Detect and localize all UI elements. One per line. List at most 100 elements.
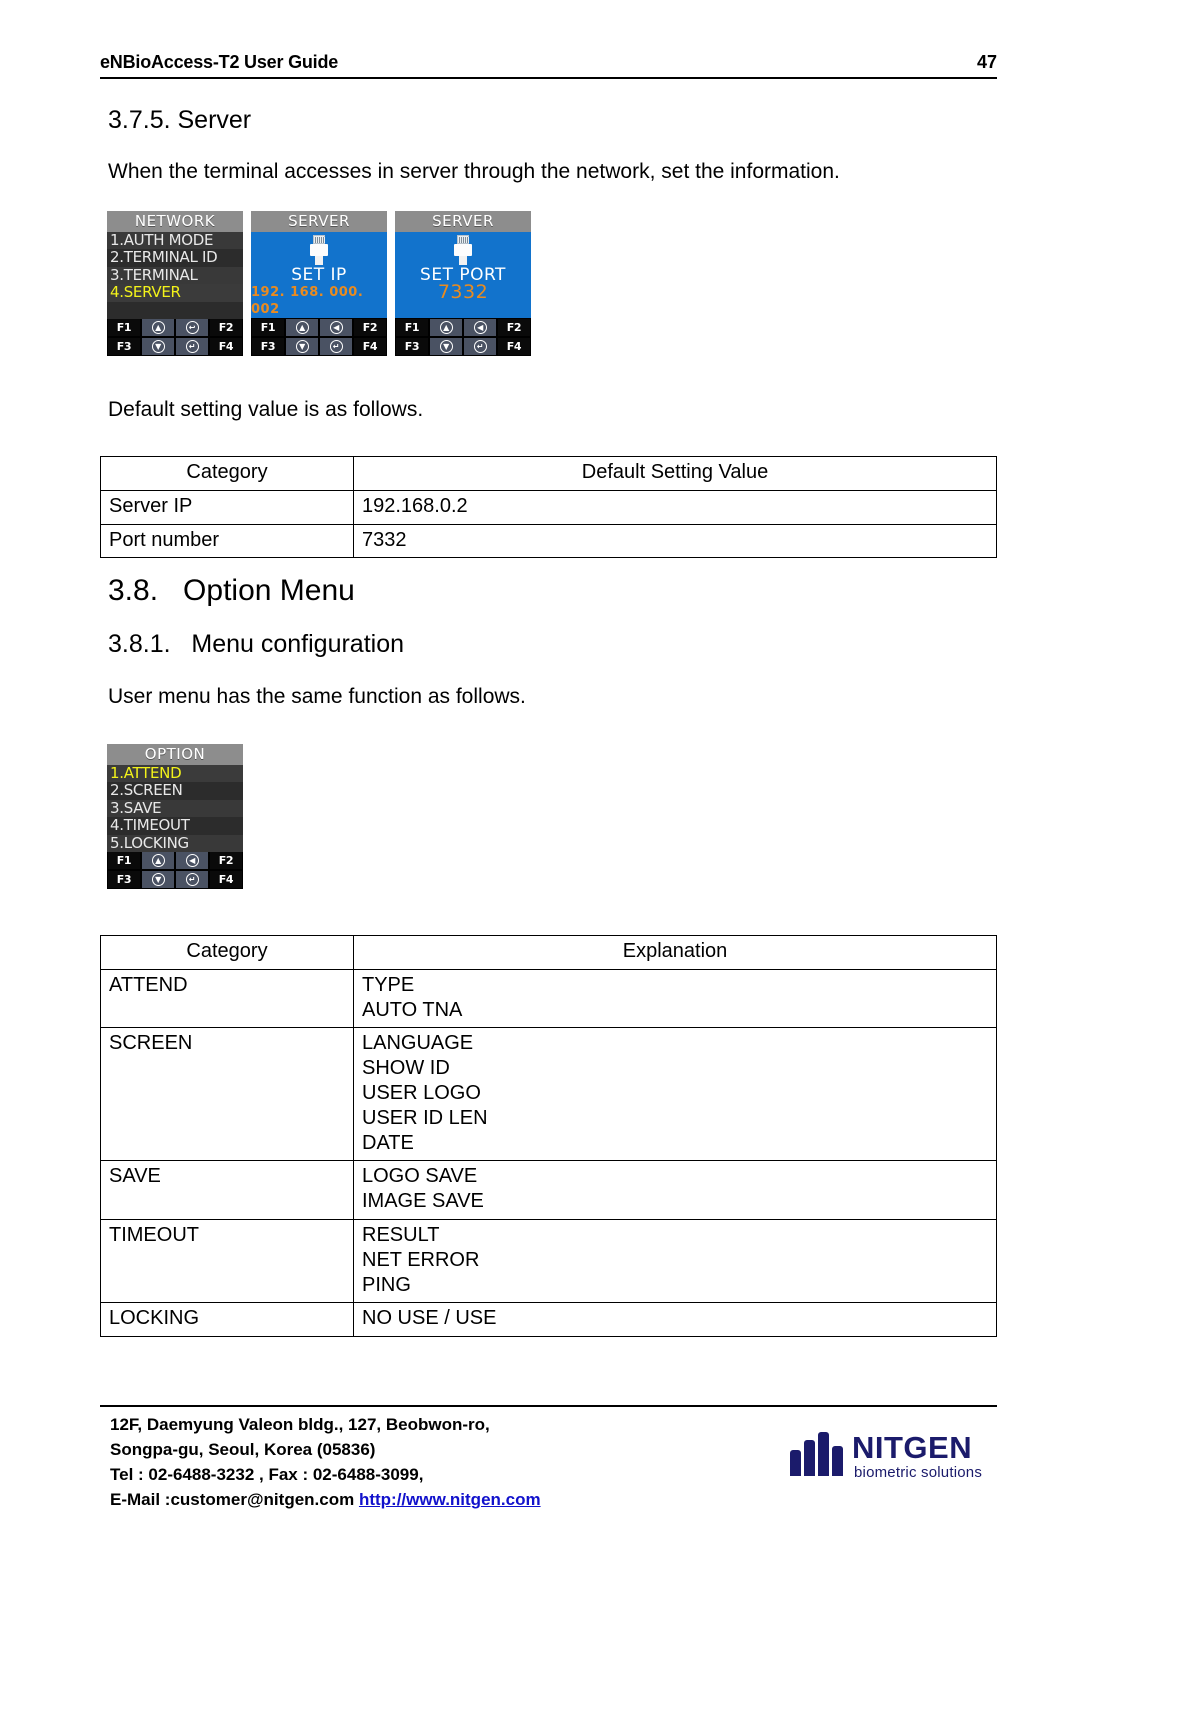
heading-3-7-5: 3.7.5. Server	[108, 106, 252, 134]
key-f4[interactable]: F4	[209, 337, 243, 356]
device-title: OPTION	[107, 744, 243, 765]
enter-arrow-icon[interactable]: ↵	[463, 337, 497, 356]
up-arrow-icon[interactable]: ▲	[141, 851, 175, 870]
rj45-plug-icon	[309, 235, 329, 265]
table-header-row: Category Explanation	[100, 935, 997, 970]
explanation-line: RESULT	[362, 1223, 440, 1246]
device-screen-network: NETWORK 1.AUTH MODE 2.TERMINAL ID 3.TERM…	[107, 211, 243, 356]
column-header-category: Category	[100, 935, 354, 970]
footer-address-line-1: 12F, Daemyung Valeon bldg., 127, Beobwon…	[110, 1415, 490, 1434]
device-screenshot-row: NETWORK 1.AUTH MODE 2.TERMINAL ID 3.TERM…	[107, 211, 531, 356]
table-header-row: Category Default Setting Value	[100, 456, 997, 491]
key-f3[interactable]: F3	[107, 870, 141, 889]
menu-item[interactable]: 2.SCREEN	[107, 782, 243, 800]
device-menu-list: 1.AUTH MODE 2.TERMINAL ID 3.TERMINAL 4.S…	[107, 232, 243, 319]
enter-arrow-icon[interactable]: ↵	[319, 337, 353, 356]
header-page-number: 47	[976, 52, 997, 72]
down-arrow-icon[interactable]: ▼	[429, 337, 463, 356]
explanation-line: USER ID LEN	[362, 1106, 488, 1129]
up-arrow-icon[interactable]: ▲	[141, 318, 175, 337]
key-f1[interactable]: F1	[251, 318, 285, 337]
cell-category: ATTEND	[100, 968, 354, 1029]
cell-explanation: LANGUAGE SHOW ID USER LOGO USER ID LEN D…	[353, 1027, 997, 1162]
menu-item[interactable]: 2.TERMINAL ID	[107, 249, 243, 267]
left-arrow-icon[interactable]: ◀	[463, 318, 497, 337]
up-arrow-icon[interactable]: ▲	[285, 318, 319, 337]
key-f1[interactable]: F1	[395, 318, 429, 337]
key-f3[interactable]: F3	[395, 337, 429, 356]
menu-item-selected[interactable]: 1.ATTEND	[107, 765, 243, 783]
cell-explanation: TYPE AUTO TNA	[353, 968, 997, 1029]
device-screenshot-option: OPTION 1.ATTEND 2.SCREEN 3.SAVE 4.TIMEOU…	[107, 744, 243, 889]
device-screen-option: OPTION 1.ATTEND 2.SCREEN 3.SAVE 4.TIMEOU…	[107, 744, 243, 889]
page-header: eNBioAccess-T2 User Guide 47	[100, 52, 997, 79]
down-arrow-icon[interactable]: ▼	[141, 870, 175, 889]
device-value-ip[interactable]: 192. 168. 000. 002	[251, 284, 387, 318]
cell-category: TIMEOUT	[100, 1218, 354, 1304]
key-f2[interactable]: F2	[353, 318, 387, 337]
explanation-line: DATE	[362, 1131, 414, 1154]
menu-item[interactable]: 1.AUTH MODE	[107, 232, 243, 250]
menu-item-selected[interactable]: 4.SERVER	[107, 284, 243, 302]
menu-item[interactable]: 3.SAVE	[107, 799, 243, 818]
device-keyrow-bottom: F3 ▼ ↵ F4	[395, 337, 531, 356]
back-arrow-icon[interactable]: ↩	[175, 318, 209, 337]
nitgen-logo-mark-icon	[790, 1430, 844, 1476]
footer-email-line: E-Mail :customer@nitgen.com http://www.n…	[110, 1487, 541, 1512]
key-f1[interactable]: F1	[107, 318, 141, 337]
footer-divider	[100, 1405, 997, 1407]
footer-website-link[interactable]: http://www.nitgen.com	[359, 1490, 541, 1509]
explanation-line: SHOW ID	[362, 1057, 450, 1080]
header-divider	[100, 77, 997, 79]
paragraph-default-intro: Default setting value is as follows.	[108, 398, 424, 421]
left-arrow-icon[interactable]: ◀	[175, 851, 209, 870]
key-f2[interactable]: F2	[497, 318, 531, 337]
nitgen-logo-wordmark: NITGEN	[852, 1430, 973, 1465]
table-row: Server IP 192.168.0.2	[100, 489, 997, 525]
device-body: SET IP 192. 168. 000. 002	[251, 232, 387, 318]
key-f2[interactable]: F2	[209, 318, 243, 337]
device-title: NETWORK	[107, 211, 243, 232]
device-keyrow-bottom: F3 ▼ ↵ F4	[107, 870, 243, 889]
down-arrow-icon[interactable]: ▼	[285, 337, 319, 356]
down-arrow-icon[interactable]: ▼	[141, 337, 175, 356]
key-f4[interactable]: F4	[497, 337, 531, 356]
up-arrow-icon[interactable]: ▲	[429, 318, 463, 337]
left-arrow-icon[interactable]: ◀	[319, 318, 353, 337]
enter-arrow-icon[interactable]: ↵	[175, 870, 209, 889]
device-keyrow-top: F1 ▲ ◀ F2	[107, 851, 243, 870]
cell-explanation: LOGO SAVE IMAGE SAVE	[353, 1160, 997, 1220]
device-keyrow-bottom: F3 ▼ ↵ F4	[251, 337, 387, 356]
cell-value: 7332	[353, 523, 997, 559]
cell-explanation: RESULT NET ERROR PING	[353, 1218, 997, 1304]
cell-category: LOCKING	[100, 1302, 354, 1338]
nitgen-logo-tagline: biometric solutions	[854, 1464, 983, 1481]
column-header-category: Category	[100, 456, 354, 491]
footer-phone-line: Tel : 02-6488-3232 , Fax : 02-6488-3099,	[110, 1465, 424, 1485]
menu-item[interactable]: 5.LOCKING	[107, 834, 243, 852]
column-header-value: Default Setting Value	[353, 456, 997, 491]
menu-item[interactable]: 3.TERMINAL	[107, 266, 243, 285]
table-row: SAVE LOGO SAVE IMAGE SAVE	[100, 1160, 997, 1220]
key-f3[interactable]: F3	[107, 337, 141, 356]
menu-item	[107, 301, 243, 319]
key-f1[interactable]: F1	[107, 851, 141, 870]
footer-address-line-2: Songpa-gu, Seoul, Korea (05836)	[110, 1440, 376, 1460]
explanation-line: TYPE	[362, 973, 415, 996]
device-value-port[interactable]: 7332	[438, 283, 488, 302]
device-keyrow-top: F1 ▲ ◀ F2	[395, 318, 531, 337]
key-f2[interactable]: F2	[209, 851, 243, 870]
key-f3[interactable]: F3	[251, 337, 285, 356]
enter-arrow-icon[interactable]: ↵	[175, 337, 209, 356]
menu-item[interactable]: 4.TIMEOUT	[107, 817, 243, 835]
explanation-line: LOGO SAVE	[362, 1165, 478, 1188]
key-f4[interactable]: F4	[353, 337, 387, 356]
device-body: SET PORT 7332	[395, 232, 531, 318]
explanation-line: NO USE / USE	[362, 1307, 497, 1330]
paragraph-server-intro: When the terminal accesses in server thr…	[108, 160, 840, 183]
device-keyrow-bottom: F3 ▼ ↵ F4	[107, 337, 243, 356]
heading-3-8-1: 3.8.1. Menu configuration	[108, 630, 405, 658]
column-header-explanation: Explanation	[353, 935, 997, 970]
key-f4[interactable]: F4	[209, 870, 243, 889]
page-footer: 12F, Daemyung Valeon bldg., 127, Beobwon…	[110, 1412, 541, 1513]
